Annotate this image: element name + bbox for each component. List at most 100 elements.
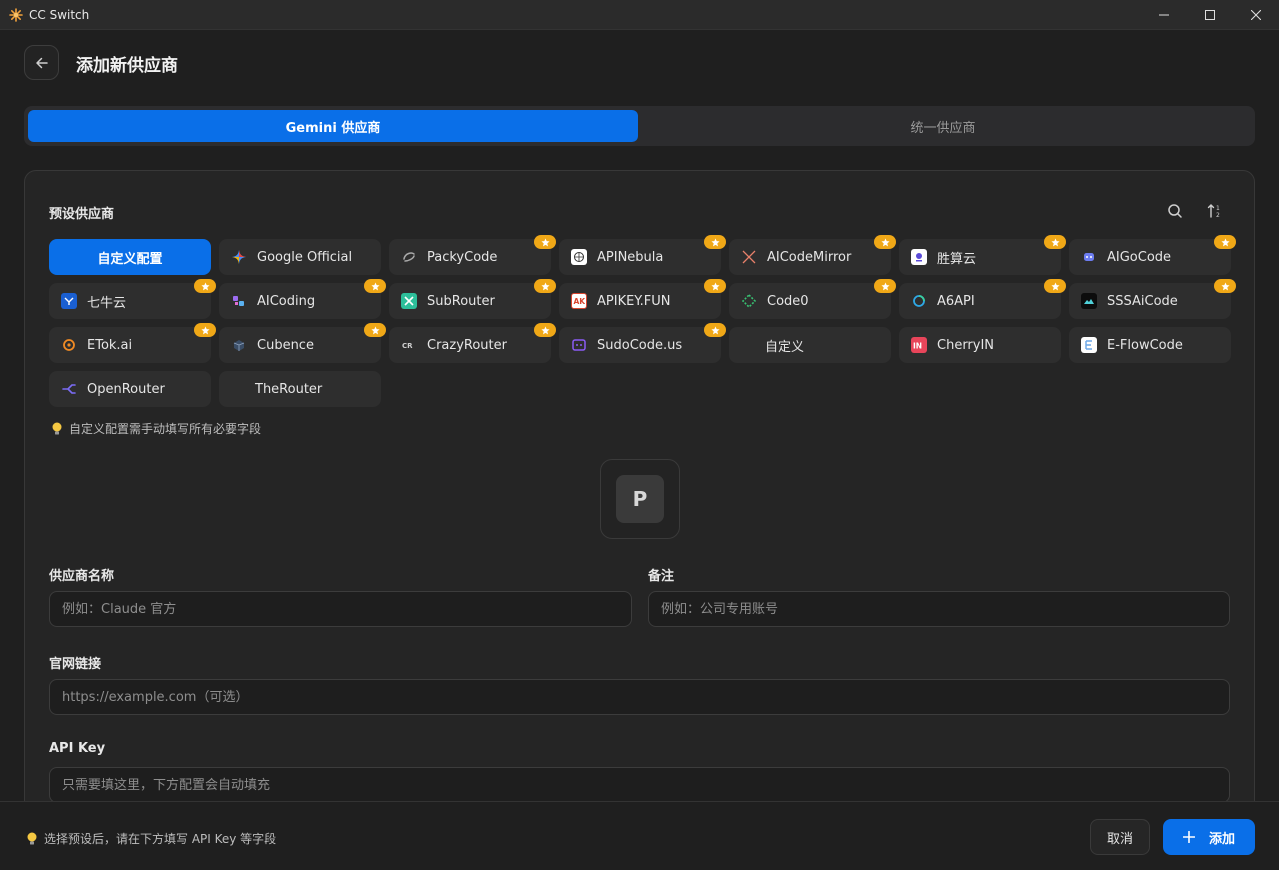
note-label: 备注: [648, 569, 675, 584]
sort-icon[interactable]: 1 2: [1205, 201, 1225, 221]
cubence-icon: [231, 337, 247, 353]
preset-label: PackyCode: [427, 249, 498, 265]
add-button[interactable]: 添加: [1163, 819, 1255, 855]
preset-label: Cubence: [257, 337, 314, 353]
api-key-label: API Key: [49, 741, 106, 756]
lightbulb-icon: [51, 422, 63, 436]
app-logo-icon: [9, 7, 23, 22]
footer-hint: 选择预设后，请在下方填写 API Key 等字段: [26, 830, 276, 847]
preset-label: SudoCode.us: [597, 337, 683, 353]
plus-icon: [1182, 831, 1195, 843]
preset-openrouter[interactable]: OpenRouter: [49, 371, 211, 407]
preset-grid: 自定义配置 Google Official PackyCode APINebul…: [49, 235, 1239, 409]
minimize-button[interactable]: [1141, 0, 1187, 30]
back-button[interactable]: [24, 45, 59, 80]
preset-apikeyfun[interactable]: AK APIKEY.FUN: [559, 279, 726, 319]
preset-packycode[interactable]: PackyCode: [389, 235, 556, 275]
provider-logo-letter: P: [616, 475, 664, 523]
aicodemirror-icon: [741, 249, 757, 265]
title-bar: CC Switch: [0, 0, 1279, 30]
aigocode-icon: [1081, 249, 1097, 265]
openrouter-icon: [61, 381, 77, 397]
sssaicode-icon: [1081, 293, 1097, 309]
website-input[interactable]: [49, 679, 1230, 715]
preset-label: SSSAiCode: [1107, 293, 1178, 309]
api-key-input[interactable]: [49, 767, 1230, 803]
provider-form-card: 预设供应商 1 2 自定义配置 Google Official PackyCod…: [24, 170, 1255, 850]
subrouter-icon: [401, 293, 417, 309]
preset-crazyrouter[interactable]: CR CrazyRouter: [389, 323, 556, 363]
preset-aigocode[interactable]: AIGoCode: [1069, 235, 1236, 275]
aicoding-icon: [231, 293, 247, 309]
code0-icon: [741, 293, 757, 309]
provider-type-tabs: Gemini 供应商 统一供应商: [24, 106, 1255, 146]
preset-qiniu[interactable]: 七牛云: [49, 279, 216, 319]
arrow-left-icon: [35, 56, 49, 70]
packycode-icon: [401, 249, 417, 265]
lightbulb-icon: [26, 832, 38, 846]
footer-bar: 选择预设后，请在下方填写 API Key 等字段 取消 添加: [0, 801, 1279, 870]
provider-name-input[interactable]: [49, 591, 632, 627]
apikeyfun-icon: AK: [571, 293, 587, 309]
preset-google-official[interactable]: Google Official: [219, 239, 381, 275]
crazyrouter-icon: CR: [401, 337, 417, 353]
a6api-icon: [911, 293, 927, 309]
star-badge-icon: [534, 323, 556, 337]
preset-cubence[interactable]: Cubence: [219, 323, 386, 363]
star-badge-icon: [704, 323, 726, 337]
preset-a6api[interactable]: A6API: [899, 279, 1066, 319]
maximize-button[interactable]: [1187, 0, 1233, 30]
preset-therouter[interactable]: TheRouter: [219, 371, 381, 407]
preset-label: A6API: [937, 293, 975, 309]
preset-apinebula[interactable]: APINebula: [559, 235, 726, 275]
website-label: 官网链接: [49, 657, 102, 672]
star-badge-icon: [1214, 235, 1236, 249]
etok-icon: [61, 337, 77, 353]
preset-label: AICoding: [257, 293, 316, 309]
cancel-button[interactable]: 取消: [1090, 819, 1150, 855]
svg-text:1: 1: [1216, 205, 1220, 212]
star-badge-icon: [1044, 279, 1066, 293]
star-badge-icon: [194, 323, 216, 337]
preset-label: CrazyRouter: [427, 337, 507, 353]
shengsuanyun-icon: [911, 249, 927, 265]
provider-logo-picker[interactable]: P: [600, 459, 680, 539]
presets-hint: 自定义配置需手动填写所有必要字段: [51, 420, 261, 437]
preset-label: APIKEY.FUN: [597, 293, 671, 309]
preset-label: AICodeMirror: [767, 249, 852, 265]
svg-text:AK: AK: [574, 297, 586, 306]
preset-label: 自定义: [765, 339, 805, 355]
note-input[interactable]: [648, 591, 1230, 627]
preset-shengsuanyun[interactable]: 胜算云: [899, 235, 1066, 275]
star-badge-icon: [874, 279, 896, 293]
preset-code0[interactable]: Code0: [729, 279, 896, 319]
preset-label: TheRouter: [255, 381, 323, 397]
preset-custom-config[interactable]: 自定义配置: [49, 239, 211, 275]
search-icon[interactable]: [1165, 201, 1185, 221]
star-badge-icon: [874, 235, 896, 249]
qiniu-icon: [61, 293, 77, 309]
star-badge-icon: [534, 279, 556, 293]
preset-label: CherryIN: [937, 337, 995, 353]
cherryin-icon: IN: [911, 337, 927, 353]
close-window-button[interactable]: [1233, 0, 1279, 30]
star-badge-icon: [704, 279, 726, 293]
preset-label: Google Official: [257, 249, 353, 265]
preset-subrouter[interactable]: SubRouter: [389, 279, 556, 319]
preset-sssaicode[interactable]: SSSAiCode: [1069, 279, 1236, 319]
tab-gemini-provider[interactable]: Gemini 供应商: [28, 110, 638, 142]
preset-aicoding[interactable]: AICoding: [219, 279, 386, 319]
svg-text:CR: CR: [402, 342, 413, 350]
star-badge-icon: [1044, 235, 1066, 249]
preset-custom[interactable]: 自定义: [729, 327, 891, 363]
preset-label: 胜算云: [937, 251, 977, 267]
preset-label: 七牛云: [87, 295, 127, 311]
tab-unified-provider[interactable]: 统一供应商: [638, 110, 1248, 142]
preset-cherryin[interactable]: IN CherryIN: [899, 327, 1061, 363]
star-badge-icon: [1214, 279, 1236, 293]
preset-etok[interactable]: ETok.ai: [49, 323, 216, 363]
preset-eflowcode[interactable]: E-FlowCode: [1069, 327, 1231, 363]
preset-sudocode[interactable]: SudoCode.us: [559, 323, 726, 363]
preset-label: APINebula: [597, 249, 664, 265]
preset-aicodemirror[interactable]: AICodeMirror: [729, 235, 896, 275]
